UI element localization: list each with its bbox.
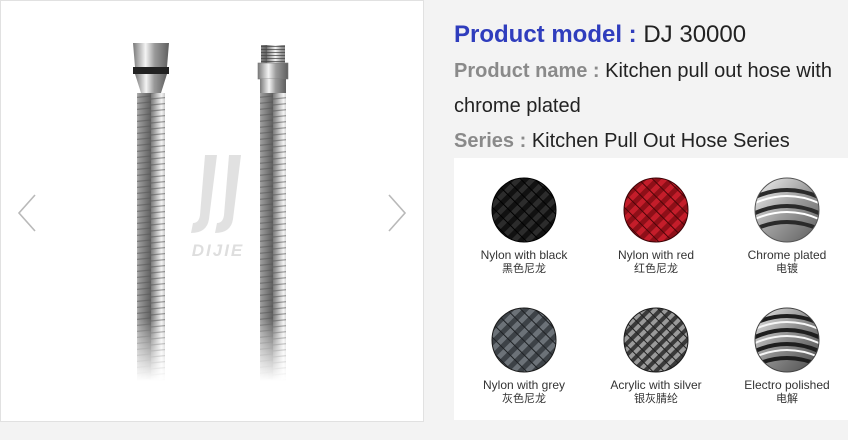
product-model-row: Product model : DJ 30000: [454, 16, 844, 54]
brand-watermark: DIJIE: [183, 149, 253, 269]
product-model-label: Product model :: [454, 21, 637, 48]
swatch-acrylic-silver: Acrylic with silver 银灰腈纶: [591, 306, 721, 406]
swatch-label-cn: 黑色尼龙: [502, 263, 546, 275]
chevron-left-icon: [17, 194, 36, 232]
swatch-nylon-black: Nylon with black 黑色尼龙: [459, 176, 589, 276]
brand-logo-icon: [191, 155, 241, 233]
previous-image-button[interactable]: [13, 193, 43, 233]
chevron-right-icon: [388, 194, 407, 232]
next-image-button[interactable]: [381, 193, 411, 233]
nylon-red-braid-icon: [623, 177, 689, 243]
swatch-label-en: Nylon with grey: [482, 378, 566, 392]
swatch-electro-polished: Electro polished 电解: [722, 306, 848, 406]
product-name-value-line2: chrome plated: [454, 95, 581, 117]
product-series-row: Series : Kitchen Pull Out Hose Series: [454, 124, 844, 159]
electro-polished-coil-icon: [754, 307, 820, 373]
acrylic-silver-braid-icon: [623, 307, 689, 373]
swatch-label-cn: 灰色尼龙: [502, 393, 546, 405]
swatch-label-en: Electro polished: [744, 378, 830, 392]
product-series-value: Kitchen Pull Out Hose Series: [531, 130, 790, 152]
product-info: Product model : DJ 30000 Product name : …: [454, 16, 844, 159]
swatch-label-en: Nylon with black: [480, 248, 568, 262]
product-name-row: Product name : Kitchen pull out hose wit…: [454, 54, 844, 89]
swatch-chrome-plated: Chrome plated 电镀: [722, 176, 848, 276]
product-name-label: Product name :: [454, 60, 600, 82]
swatch-label-en: Chrome plated: [747, 248, 827, 262]
nylon-grey-braid-icon: [491, 307, 557, 373]
swatch-label-cn: 银灰腈纶: [634, 393, 678, 405]
swatch-label-cn: 电镀: [776, 263, 798, 275]
product-image-gallery: DIJIE: [0, 0, 424, 422]
chrome-plated-coil-icon: [754, 177, 820, 243]
hose-image-left: [121, 43, 181, 381]
product-name-continuation: chrome plated: [454, 89, 844, 124]
swatch-nylon-grey: Nylon with grey 灰色尼龙: [459, 306, 589, 406]
product-model-value: DJ 30000: [643, 21, 747, 48]
swatch-label-cn: 电解: [776, 393, 798, 405]
swatch-nylon-red: Nylon with red 红色尼龙: [591, 176, 721, 276]
swatch-label-en: Nylon with red: [617, 248, 695, 262]
watermark-text: DIJIE: [191, 241, 245, 260]
product-name-value-line1: Kitchen pull out hose with: [605, 60, 832, 82]
swatch-label-cn: 红色尼龙: [634, 263, 678, 275]
nylon-black-braid-icon: [491, 177, 557, 243]
swatch-label-en: Acrylic with silver: [610, 378, 702, 392]
product-series-label: Series :: [454, 130, 527, 152]
finish-swatch-grid: Nylon with black 黑色尼龙 Nylon with red 红色尼…: [454, 158, 848, 420]
